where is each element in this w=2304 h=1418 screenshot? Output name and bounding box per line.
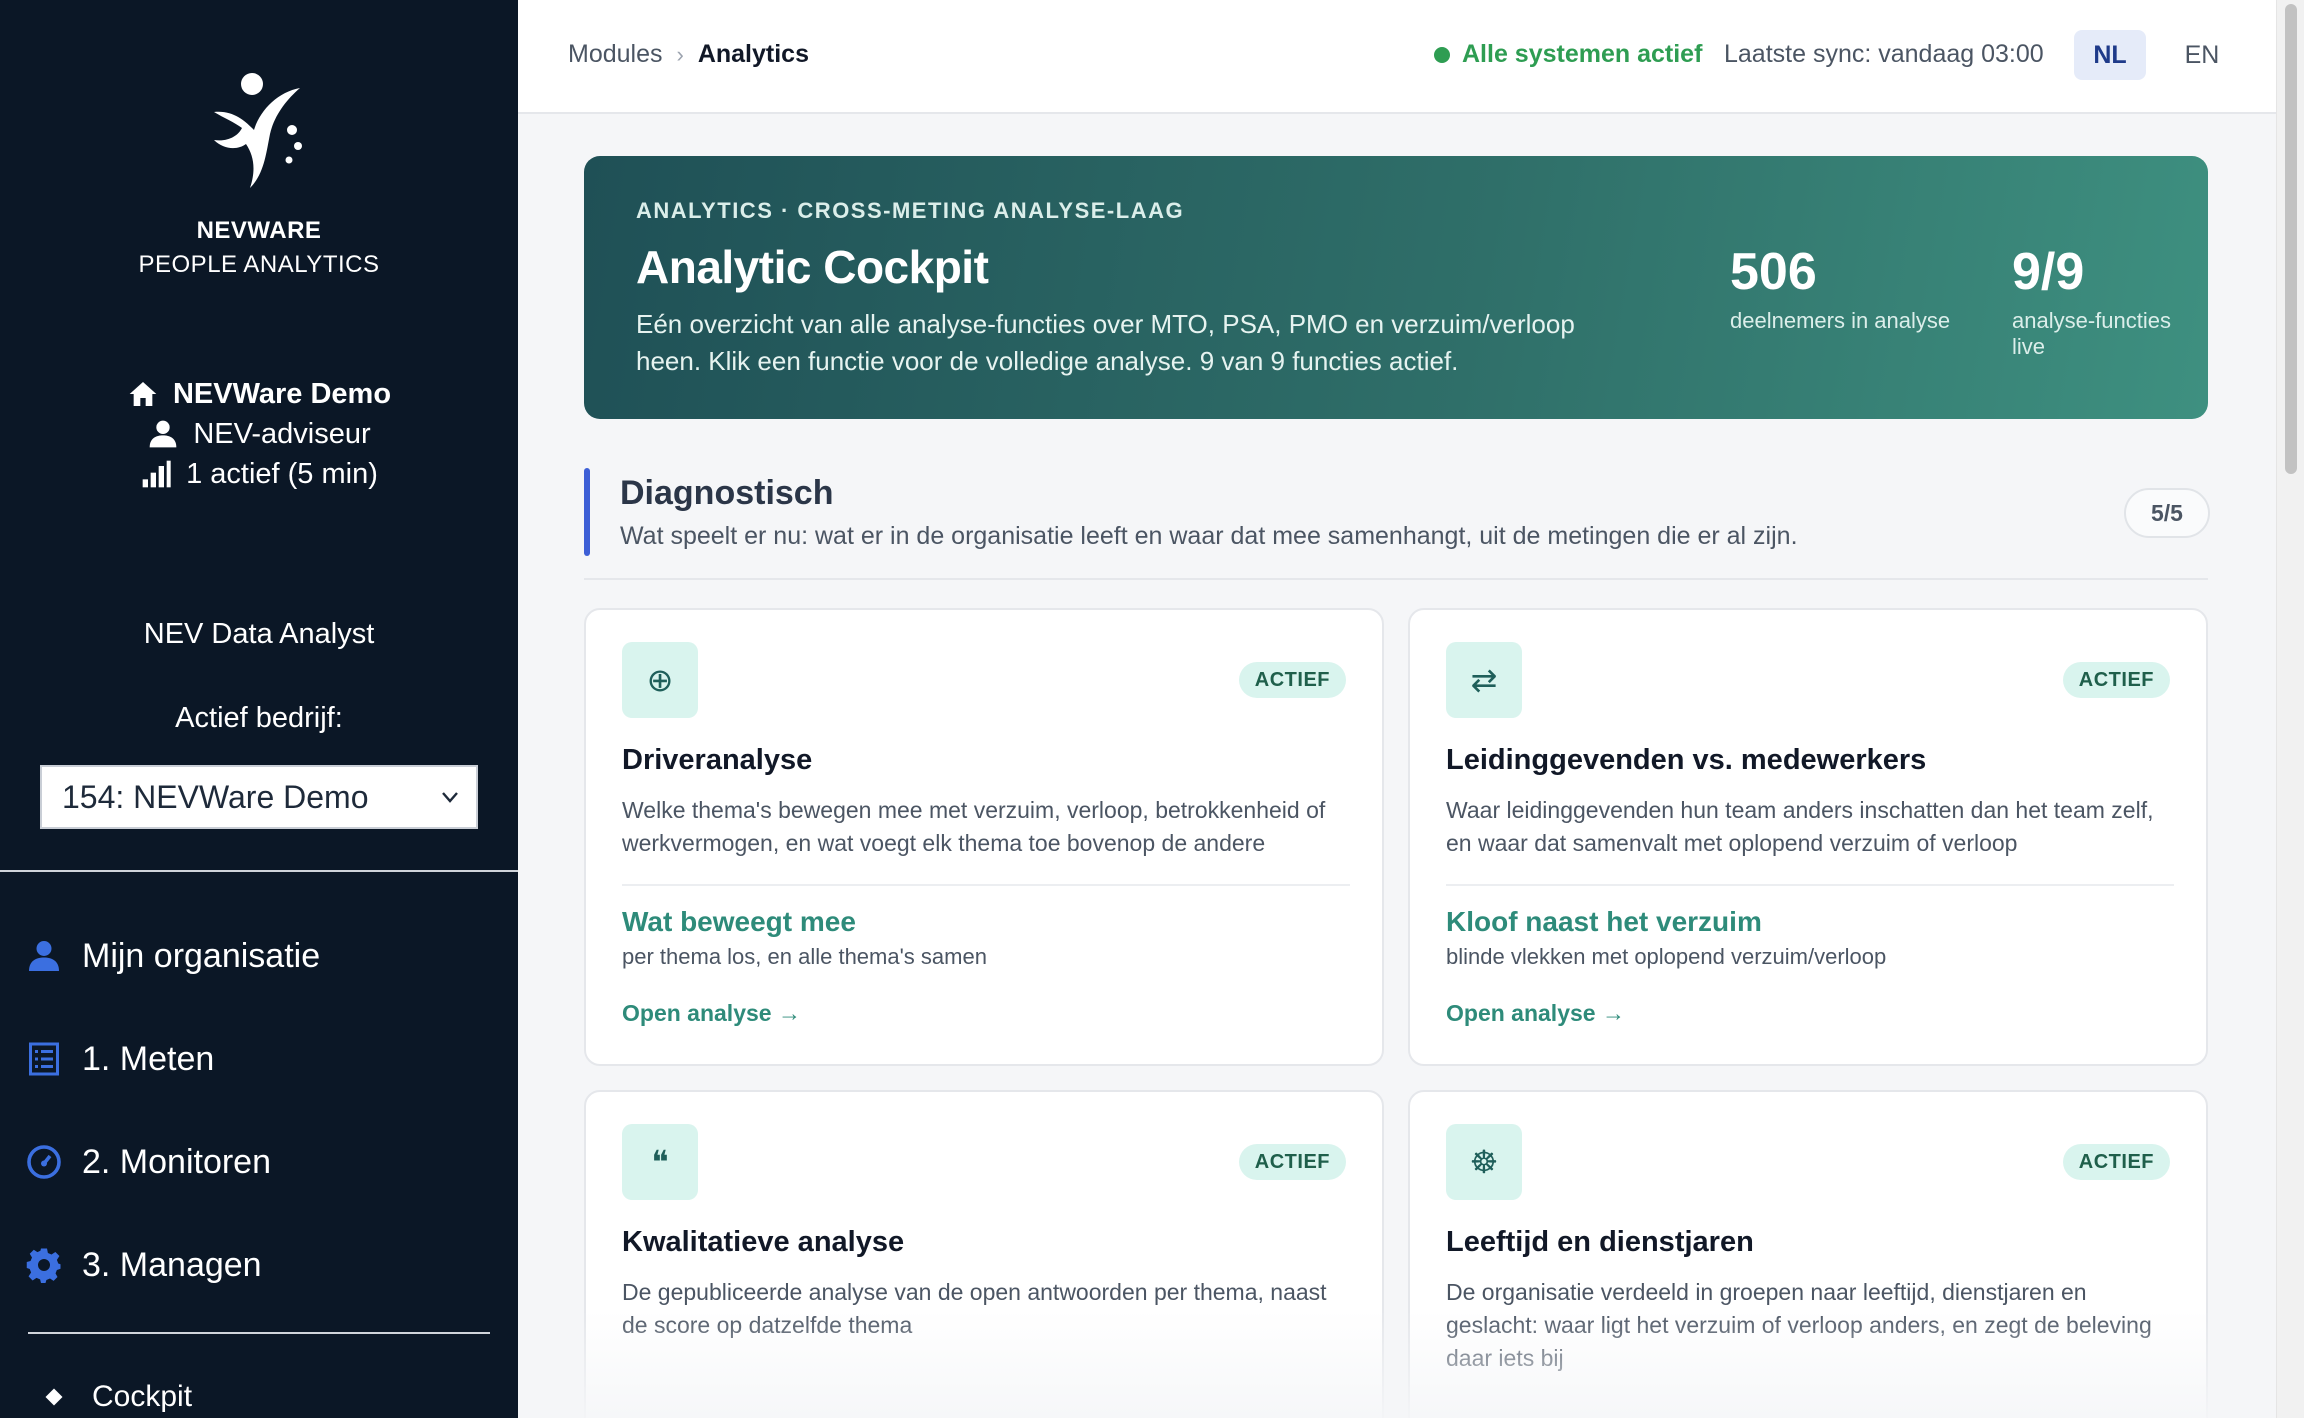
card-description: De organisatie verdeeld in groepen naar … xyxy=(1446,1279,2152,1371)
system-status-label: Alle systemen actief xyxy=(1462,40,1703,68)
list-icon xyxy=(29,1042,59,1076)
system-status: Alle systemen actief xyxy=(1434,40,1702,69)
stat-functions-value: 9/9 xyxy=(2012,243,2085,301)
analyst-title: NEV Data Analyst xyxy=(143,618,375,650)
user-org-label: NEVWare Demo xyxy=(172,378,392,410)
chevron-right-icon: › xyxy=(676,41,684,67)
user-icon xyxy=(150,420,177,448)
quote-icon: ❝ xyxy=(622,1124,698,1200)
card-title: Kwalitatieve analyse xyxy=(622,1226,905,1258)
card-highlight-sub: per thema los, en alle thema's samen xyxy=(622,944,987,969)
chevron-down-icon xyxy=(442,792,458,803)
sidebar-divider xyxy=(0,870,518,872)
brand-block: NEVWARE PEOPLE ANALYTICS xyxy=(0,70,518,279)
section-divider xyxy=(584,578,2208,580)
card-highlight-sub: blinde vlekken met oplopend verzuim/verl… xyxy=(1446,944,1887,969)
stat-participants-label: deelnemers in analyse xyxy=(1730,308,1951,333)
card-divider xyxy=(622,884,1350,886)
section-accent-bar xyxy=(584,468,590,556)
card-leeftijd-dienstjaren[interactable]: ☸ ACTIEF Leeftijd en dienstjaren De orga… xyxy=(1408,1090,2208,1418)
last-sync: Laatste sync: vandaag 03:00 xyxy=(1724,40,2044,68)
lang-en-button[interactable]: EN xyxy=(2166,30,2238,80)
card-divider xyxy=(1446,884,2174,886)
sidebar-subitem-label: Cockpit xyxy=(92,1380,193,1413)
user-block: NEVWare Demo NEV-adviseur 1 actief (5 mi… xyxy=(0,374,518,494)
company-select[interactable]: 154: NEVWare Demo xyxy=(40,765,478,829)
section-title: Diagnostisch xyxy=(620,474,834,512)
brand-name: NEVWARE xyxy=(196,217,322,244)
user-role-label: NEV-adviseur xyxy=(193,418,371,450)
hero-banner: ANALYTICS · CROSS-METING ANALYSE-LAAG An… xyxy=(584,156,2208,419)
card-leidinggevenden[interactable]: ⇄ ACTIEF Leidinggevenden vs. medewerkers… xyxy=(1408,608,2208,1066)
section-count-badge: 5/5 xyxy=(2124,488,2210,538)
diamond-bullet-icon xyxy=(45,1388,63,1406)
sidebar-item-label: 2. Monitoren xyxy=(82,1142,271,1181)
breadcrumb: Modules › Analytics xyxy=(568,40,809,69)
gear-icon xyxy=(26,1248,61,1283)
card-title: Driveranalyse xyxy=(622,744,813,776)
open-analysis-link[interactable]: Open analyse → xyxy=(622,1000,801,1027)
card-title: Leeftijd en dienstjaren xyxy=(1446,1226,1754,1258)
user-role: NEV-adviseur xyxy=(0,414,518,454)
status-badge: ACTIEF xyxy=(1238,1144,1346,1180)
hero-eyebrow: ANALYTICS · CROSS-METING ANALYSE-LAAG xyxy=(636,198,1185,223)
card-kwalitatieve-analyse[interactable]: ❝ ACTIEF Kwalitatieve analyse De gepubli… xyxy=(584,1090,1384,1418)
brand-subtitle: PEOPLE ANALYTICS xyxy=(138,251,380,278)
sidebar-item-label: Mijn organisatie xyxy=(82,936,321,975)
card-highlight: Kloof naast het verzuim xyxy=(1446,906,1762,937)
section-subtitle: Wat speelt er nu: wat er in de organisat… xyxy=(620,522,1798,550)
nav-divider xyxy=(28,1332,490,1334)
user-org: NEVWare Demo xyxy=(0,374,518,414)
user-active-label: 1 actief (5 min) xyxy=(186,458,378,490)
home-icon xyxy=(129,382,157,406)
main-scrollbar[interactable] xyxy=(2276,0,2304,1418)
sidebar-item-managen[interactable]: 3. Managen xyxy=(26,1235,262,1295)
user-icon xyxy=(29,941,59,971)
stat-participants: 506 deelnemers in analyse xyxy=(1730,242,1950,334)
status-badge: ACTIEF xyxy=(2062,662,2170,698)
page-title: Analytic Cockpit xyxy=(636,241,989,293)
sidebar-item-mijn-organisatie[interactable]: Mijn organisatie xyxy=(26,926,320,986)
sidebar: NEVWARE PEOPLE ANALYTICS NEVWare Demo NE… xyxy=(0,0,518,1418)
scrollbar-thumb[interactable] xyxy=(2285,4,2297,474)
open-analysis-link[interactable]: Open analyse → xyxy=(1446,1000,1625,1027)
wheel-icon: ☸ xyxy=(1446,1124,1522,1200)
status-dot-icon xyxy=(1434,46,1450,63)
sidebar-item-label: 1. Meten xyxy=(82,1039,215,1078)
stat-functions-label: analyse-functies live xyxy=(2012,308,2171,359)
sidebar-item-monitoren[interactable]: 2. Monitoren xyxy=(26,1132,271,1192)
crosshair-icon: ⊕ xyxy=(622,642,698,718)
topbar: Modules › Analytics Alle systemen actief… xyxy=(518,0,2276,114)
gauge-icon xyxy=(27,1145,61,1179)
lang-nl-button[interactable]: NL xyxy=(2074,30,2146,80)
swap-arrows-icon: ⇄ xyxy=(1446,642,1522,718)
status-badge: ACTIEF xyxy=(1238,662,1346,698)
signal-bars-icon xyxy=(142,460,171,488)
breadcrumb-modules[interactable]: Modules xyxy=(568,40,663,69)
sidebar-item-meten[interactable]: 1. Meten xyxy=(26,1029,214,1089)
hero-description: Eén overzicht van alle analyse-functies … xyxy=(636,309,1575,376)
stat-participants-value: 506 xyxy=(1730,243,1817,301)
card-description: De gepubliceerde analyse van de open ant… xyxy=(622,1279,1327,1338)
sidebar-item-label: 3. Managen xyxy=(82,1245,262,1284)
breadcrumb-current: Analytics xyxy=(697,40,809,68)
nevware-logo-icon xyxy=(214,73,302,188)
card-driveranalyse[interactable]: ⊕ ACTIEF Driveranalyse Welke thema's bew… xyxy=(584,608,1384,1066)
active-company-label: Actief bedrijf: xyxy=(175,702,343,734)
main-content: Modules › Analytics Alle systemen actief… xyxy=(518,0,2276,1418)
user-active: 1 actief (5 min) xyxy=(0,454,518,494)
sidebar-subitem-cockpit[interactable]: Cockpit xyxy=(45,1380,193,1414)
card-title: Leidinggevenden vs. medewerkers xyxy=(1446,744,1927,776)
company-select-value: 154: NEVWare Demo xyxy=(62,778,369,815)
card-highlight: Wat beweegt mee xyxy=(622,906,856,937)
stat-functions: 9/9 analyse-functies live xyxy=(2012,242,2208,360)
card-description: Waar leidinggevenden hun team anders ins… xyxy=(1446,797,2154,856)
status-badge: ACTIEF xyxy=(2062,1144,2170,1180)
card-description: Welke thema's bewegen mee met verzuim, v… xyxy=(622,797,1326,856)
